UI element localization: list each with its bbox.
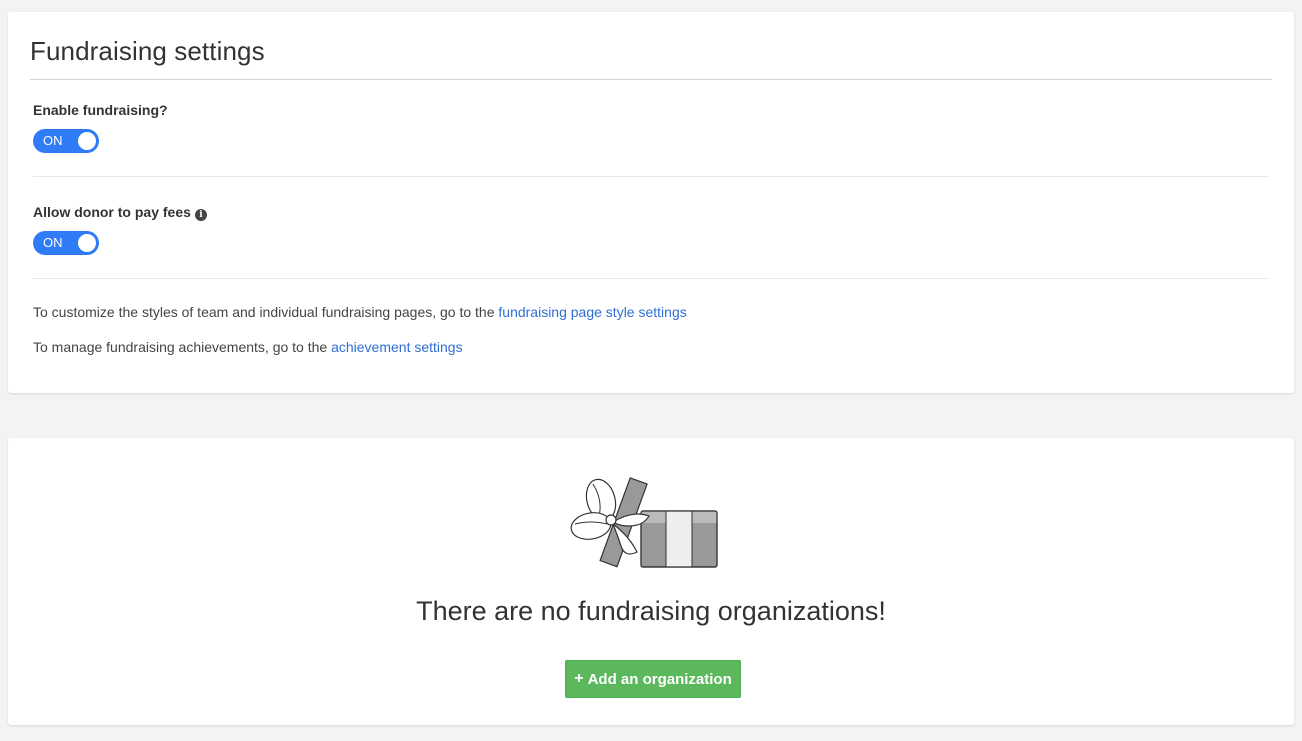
- empty-state-message: There are no fundraising organizations!: [416, 596, 886, 626]
- toggle-knob: [78, 234, 96, 252]
- donor-pay-fees-label: Allow donor to pay fees i: [33, 204, 207, 221]
- plus-icon: +: [574, 670, 584, 687]
- info-circle-icon[interactable]: i: [194, 209, 207, 221]
- donor-pay-fees-label-text: Allow donor to pay fees: [33, 204, 191, 220]
- achievement-settings-link[interactable]: achievement settings: [331, 339, 463, 355]
- toggle-on-text: ON: [43, 133, 63, 148]
- styles-settings-line: To customize the styles of team and indi…: [33, 304, 687, 320]
- achievement-settings-text: To manage fundraising achievements, go t…: [33, 339, 332, 355]
- enable-fundraising-label: Enable fundraising?: [33, 102, 168, 118]
- page-title: Fundraising settings: [30, 36, 265, 66]
- donor-pay-fees-toggle[interactable]: ON: [33, 231, 99, 255]
- organizations-card: There are no fundraising organizations! …: [8, 438, 1294, 725]
- section-divider: [33, 176, 1269, 177]
- section-divider: [33, 278, 1269, 279]
- fundraising-settings-card: Fundraising settings Enable fundraising?…: [8, 12, 1294, 393]
- toggle-knob: [78, 132, 96, 150]
- toggle-on-text: ON: [43, 235, 63, 250]
- gift-box-icon: [570, 477, 718, 568]
- enable-fundraising-toggle[interactable]: ON: [33, 129, 99, 153]
- add-organization-button[interactable]: + Add an organization: [565, 660, 741, 698]
- achievement-settings-line: To manage fundraising achievements, go t…: [33, 339, 463, 355]
- styles-settings-text: To customize the styles of team and indi…: [33, 304, 499, 320]
- fundraising-page-style-settings-link[interactable]: fundraising page style settings: [498, 304, 686, 320]
- title-divider: [30, 79, 1272, 80]
- add-organization-label: Add an organization: [587, 670, 732, 688]
